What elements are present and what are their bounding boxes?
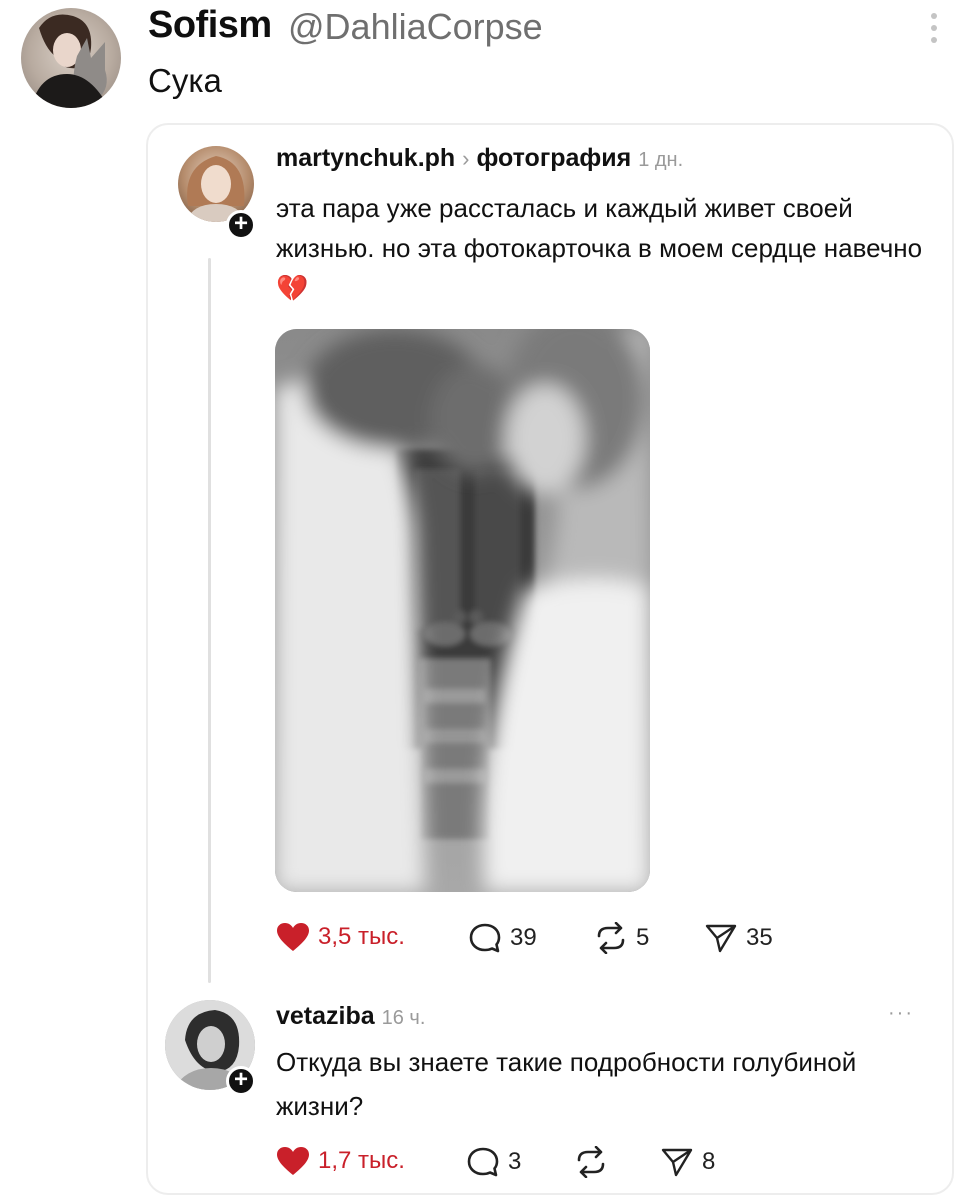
heart-icon <box>277 1147 309 1175</box>
post-username[interactable]: martynchuk.ph <box>276 144 455 172</box>
post-meta: martynchuk.ph › фотография 1 дн. <box>276 144 683 173</box>
profile-avatar[interactable] <box>21 8 121 108</box>
chevron-right-icon: › <box>462 146 470 171</box>
repost-button[interactable]: 5 <box>594 922 649 954</box>
broken-heart-emoji: 💔 <box>276 273 309 303</box>
post-photo[interactable] <box>275 329 650 892</box>
reply-meta: vetaziba 16 ч. <box>276 1002 425 1031</box>
comment-button[interactable]: 39 <box>468 922 537 954</box>
reply-like-button[interactable]: 1,7 тыс. <box>276 1146 405 1176</box>
follow-plus-icon[interactable]: + <box>226 1066 256 1096</box>
share-button[interactable]: 35 <box>704 922 773 954</box>
user-handle[interactable]: @DahliaCorpse <box>288 6 543 48</box>
reply-comment-button[interactable]: 3 <box>466 1146 521 1178</box>
more-dots-icon[interactable] <box>924 8 944 48</box>
post-topic[interactable]: фотография <box>476 144 631 172</box>
repost-icon <box>577 1146 605 1178</box>
reply-time: 16 ч. <box>381 1007 426 1029</box>
like-count: 3,5 тыс. <box>318 923 405 950</box>
display-name[interactable]: Sofism <box>148 4 272 47</box>
reply-share-count: 8 <box>702 1148 716 1175</box>
reply-like-count: 1,7 тыс. <box>318 1147 405 1174</box>
repost-count: 5 <box>636 924 650 951</box>
comment-count: 39 <box>510 924 537 951</box>
reply-text: Откуда вы знаете такие подробности голуб… <box>276 1047 857 1121</box>
post-text: эта пара уже рассталась и каждый живет с… <box>276 188 926 308</box>
thread-line <box>208 258 211 983</box>
heart-icon <box>277 923 309 951</box>
follow-plus-icon[interactable]: + <box>226 210 256 240</box>
share-count: 35 <box>746 924 773 951</box>
comment-bubble-icon <box>467 1147 499 1177</box>
reply-username[interactable]: vetaziba <box>276 1002 375 1030</box>
tweet-text: Сука <box>148 62 222 99</box>
reply-repost-button[interactable] <box>574 1146 616 1178</box>
reply-comment-count: 3 <box>508 1148 522 1175</box>
repost-icon <box>597 922 625 954</box>
send-icon <box>705 924 737 953</box>
comment-bubble-icon <box>469 923 501 953</box>
like-button[interactable]: 3,5 тыс. <box>276 922 405 952</box>
more-dots-icon[interactable]: ··· <box>888 1002 914 1025</box>
post-text-body: эта пара уже рассталась и каждый живет с… <box>276 193 923 263</box>
post-time: 1 дн. <box>638 149 684 171</box>
send-icon <box>661 1148 693 1177</box>
reply-share-button[interactable]: 8 <box>660 1146 715 1178</box>
